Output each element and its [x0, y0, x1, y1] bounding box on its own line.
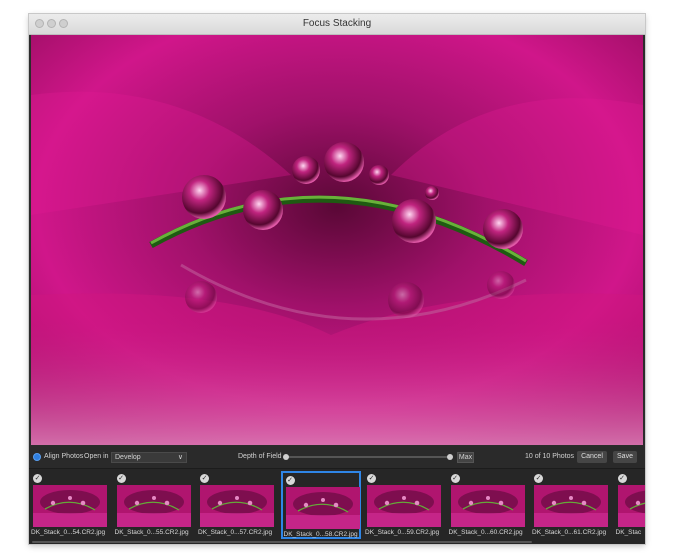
- thumbnail-image: [450, 485, 525, 527]
- filmstrip: ✓ DK_Stack_0...54.CR2.jpg ✓ DK_Stack_0...55…: [29, 469, 645, 544]
- thumbnail-photo: [534, 485, 608, 527]
- flower-photo: [31, 35, 643, 445]
- open-in-value: Develop: [115, 454, 141, 461]
- slider-min-handle[interactable]: [283, 454, 289, 460]
- filmstrip-item-name: DK_Stack_0...59.CR2.jpg: [365, 529, 440, 536]
- cancel-button[interactable]: Cancel: [577, 451, 607, 463]
- checkmark-icon[interactable]: ✓: [450, 474, 460, 483]
- slider-max-handle[interactable]: [447, 454, 453, 460]
- checkmark-icon[interactable]: ✓: [534, 474, 543, 483]
- thumbnail-photo: [617, 485, 645, 527]
- checkmark-icon[interactable]: ✓: [200, 474, 209, 483]
- thumbnail-image: [33, 485, 107, 527]
- filmstrip-item[interactable]: ✓ DK_Stack_0...54.CR2.jpg: [30, 471, 110, 539]
- align-photos-radio[interactable]: [33, 453, 41, 461]
- filmstrip-item-name: DK_Stac: [615, 529, 642, 536]
- align-photos-label[interactable]: Align Photos: [44, 446, 83, 468]
- filmstrip-item[interactable]: ✓ DK_Stack_0...58.CR2.jpg: [280, 471, 361, 539]
- thumbnail-photo: [450, 485, 525, 527]
- checkmark-icon[interactable]: ✓: [617, 474, 627, 483]
- thumbnail-photo: [116, 485, 191, 527]
- max-button[interactable]: Max: [457, 452, 474, 463]
- thumbnail-image: [200, 485, 274, 527]
- filmstrip-item-name: DK_Stack_0...54.CR2.jpg: [31, 529, 106, 536]
- filmstrip-item-name: DK_Stack_0...60.CR2.jpg: [448, 529, 523, 536]
- filmstrip-item[interactable]: ✓ DK_Stac: [615, 471, 645, 539]
- filmstrip-item[interactable]: ✓ DK_Stack_0...59.CR2.jpg: [364, 471, 444, 539]
- window-title: Focus Stacking: [302, 18, 372, 29]
- thumbnail-photo: [200, 485, 274, 527]
- thumbnail-image: [617, 485, 645, 527]
- photo-count: 10 of 10 Photos: [525, 453, 575, 460]
- filmstrip-scrollbar[interactable]: [32, 541, 532, 543]
- depth-of-field-slider[interactable]: [283, 454, 453, 460]
- thumbnail-photo: [33, 485, 107, 527]
- filmstrip-item[interactable]: ✓ DK_Stack_0...55.CR2.jpg: [114, 471, 194, 539]
- filmstrip-item[interactable]: ✓ DK_Stack_0...57.CR2.jpg: [197, 471, 277, 539]
- preview-image: [31, 35, 643, 445]
- focus-stack-toolbar: Align Photos Open in Develop ∨ Depth of …: [29, 446, 645, 469]
- thumbnail-photo: [285, 487, 360, 529]
- filmstrip-item-name: DK_Stack_0...58.CR2.jpg: [283, 531, 358, 538]
- checkmark-icon[interactable]: ✓: [33, 474, 42, 483]
- thumbnail-image: [285, 487, 360, 529]
- focus-stacking-window: Focus Stacking Align Photos Open in Deve…: [29, 14, 645, 544]
- checkmark-icon[interactable]: ✓: [285, 476, 295, 485]
- thumbnail-image: [367, 485, 441, 527]
- filmstrip-item-name: DK_Stack_0...61.CR2.jpg: [532, 529, 607, 536]
- filmstrip-item-name: DK_Stack_0...57.CR2.jpg: [198, 529, 273, 536]
- save-button[interactable]: Save: [613, 451, 637, 463]
- open-in-select[interactable]: Develop ∨: [111, 452, 187, 463]
- filmstrip-item-name: DK_Stack_0...55.CR2.jpg: [114, 529, 189, 536]
- filmstrip-item[interactable]: ✓ DK_Stack_0...60.CR2.jpg: [448, 471, 528, 539]
- checkmark-icon[interactable]: ✓: [367, 474, 376, 483]
- checkmark-icon[interactable]: ✓: [116, 474, 126, 483]
- thumbnail-photo: [367, 485, 441, 527]
- thumbnail-image: [534, 485, 608, 527]
- title-bar: Focus Stacking: [29, 14, 645, 35]
- filmstrip-item[interactable]: ✓ DK_Stack_0...61.CR2.jpg: [531, 471, 611, 539]
- depth-of-field-label: Depth of Field: [238, 453, 282, 460]
- open-in-label: Open in: [84, 453, 109, 460]
- chevron-down-icon: ∨: [177, 454, 183, 461]
- thumbnail-image: [116, 485, 191, 527]
